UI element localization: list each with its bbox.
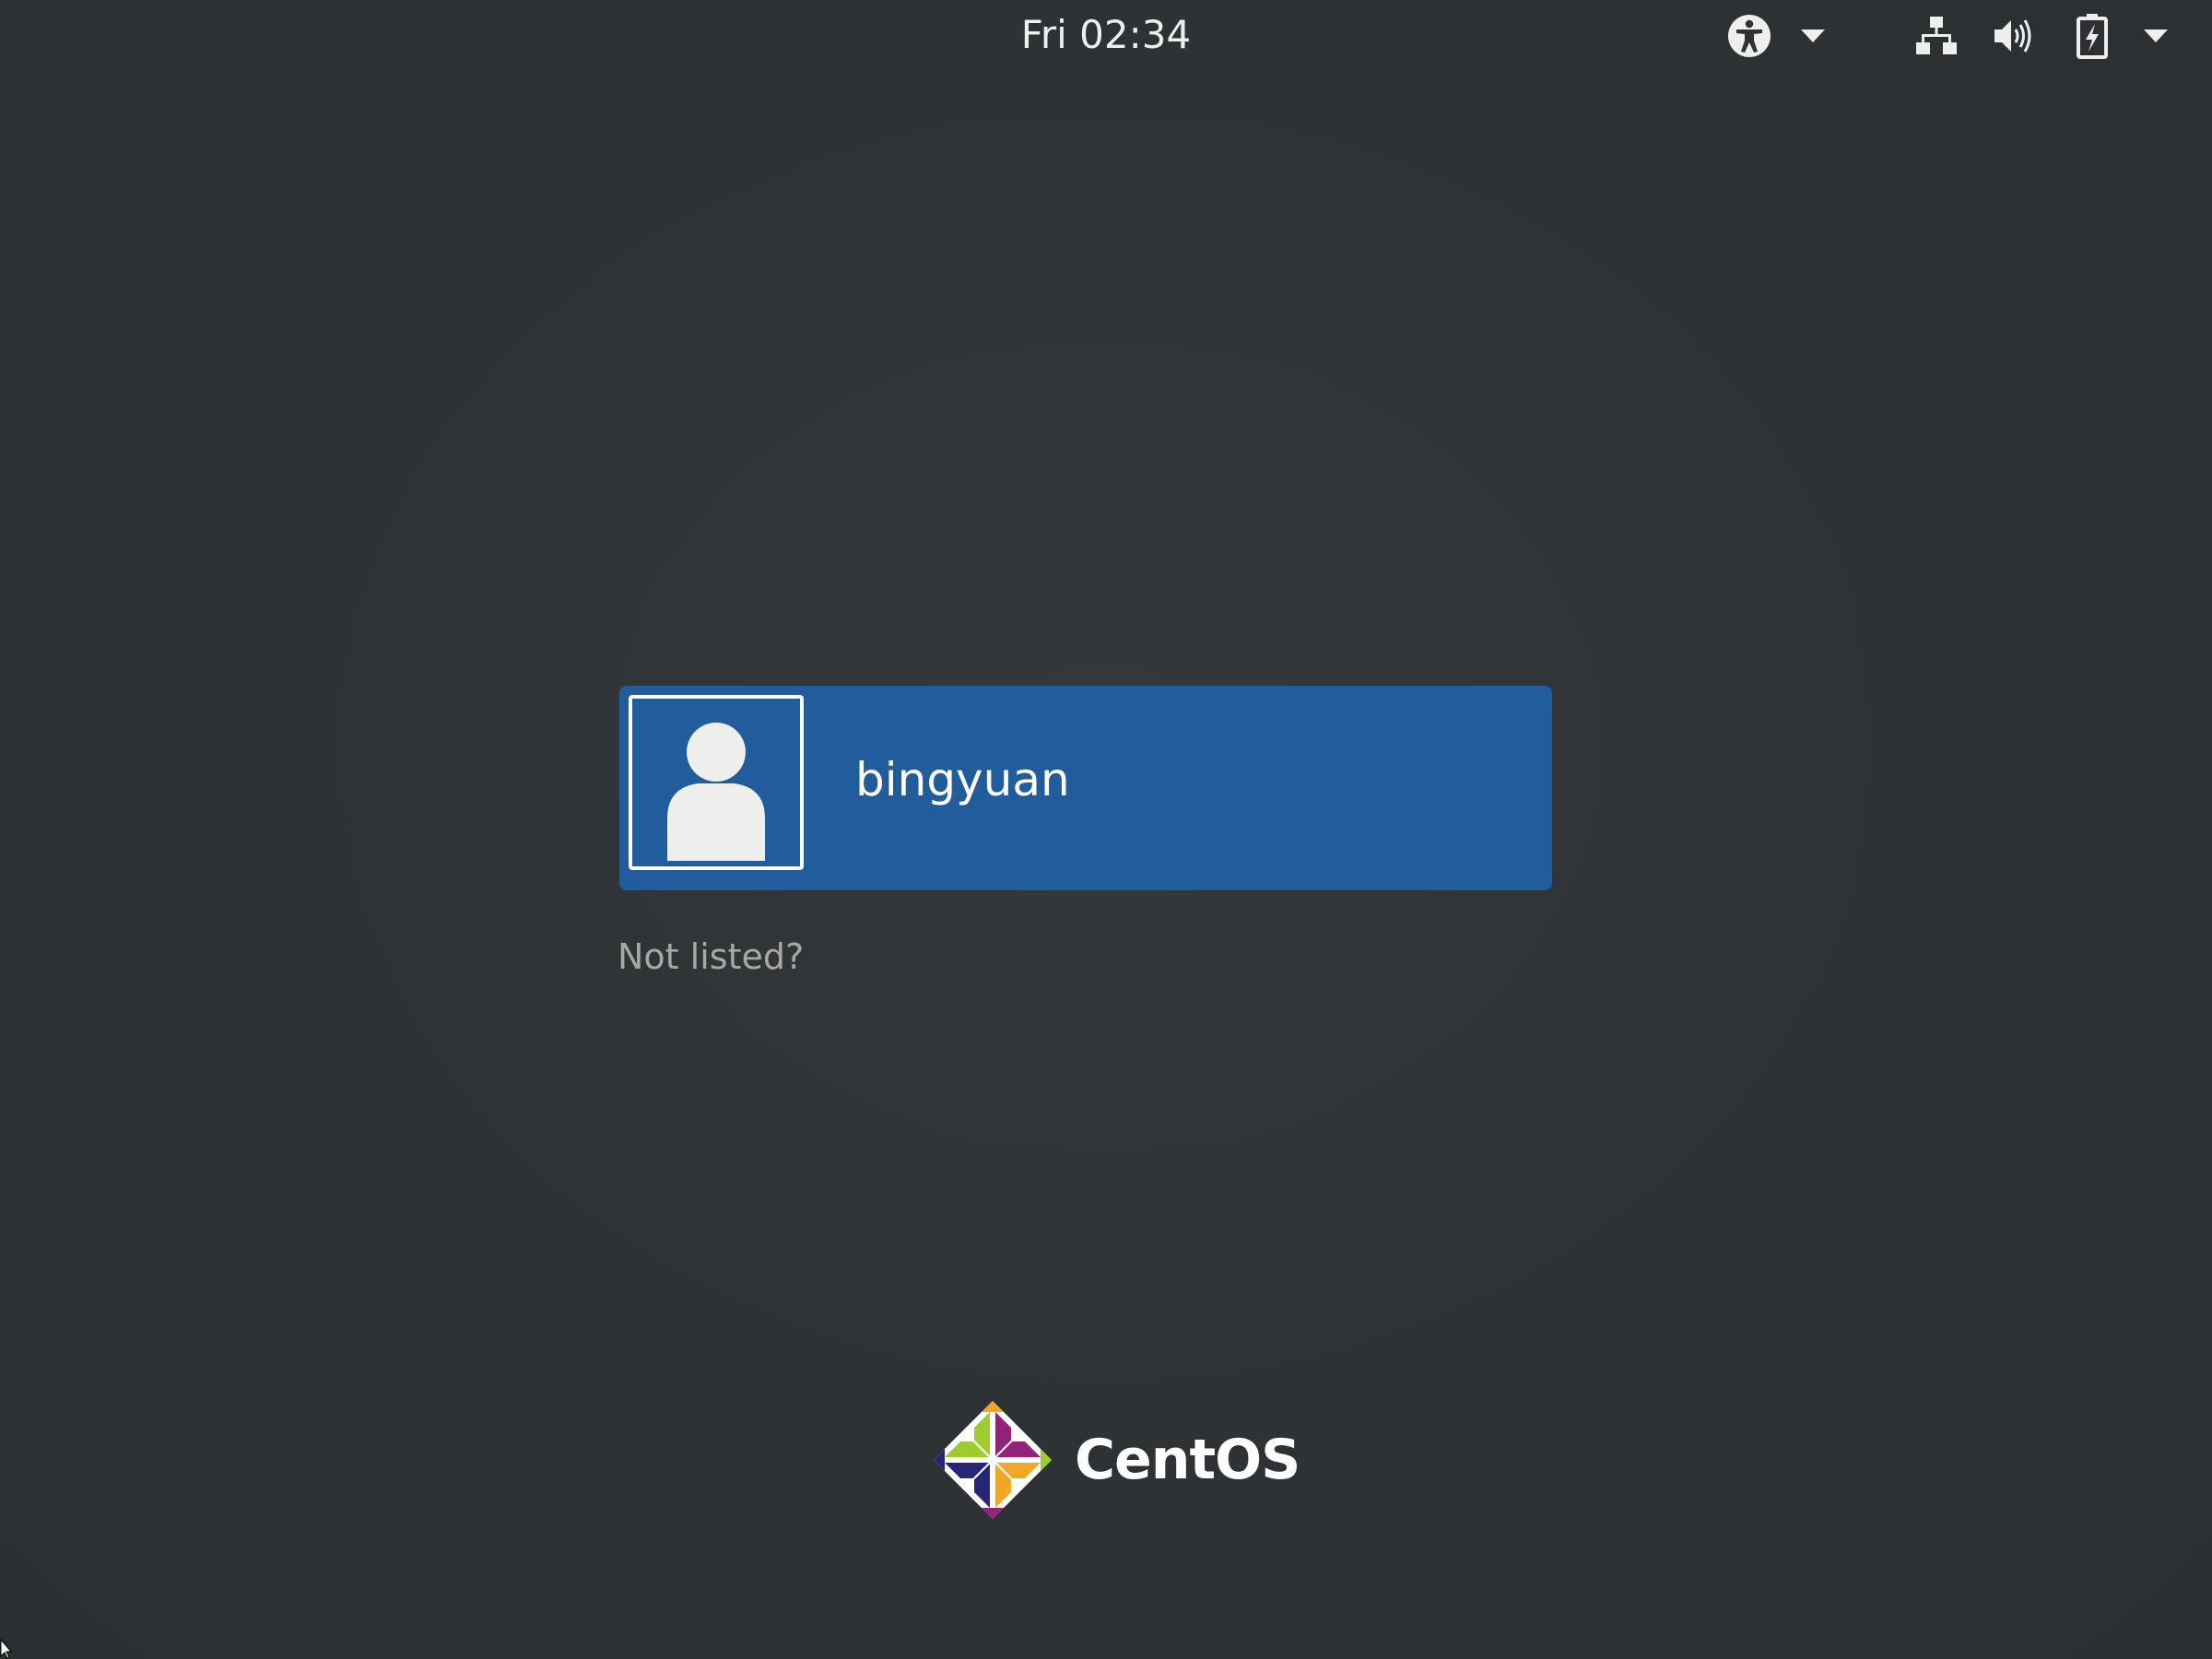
accessibility-menu-chevron-down-icon[interactable] [1797,13,1829,59]
top-panel: Fri 02:34 [0,0,2212,72]
volume-icon[interactable] [1989,13,2037,59]
mouse-cursor-icon [0,1639,13,1659]
centos-logo-icon [934,1401,1052,1519]
user-list-item[interactable]: bingyuan [619,686,1552,890]
clock[interactable]: Fri 02:34 [922,11,1290,59]
not-listed-link[interactable]: Not listed? [618,931,804,982]
user-name: bingyuan [855,753,1070,806]
battery-charging-icon[interactable] [2074,13,2111,59]
centos-logo-text: CentOS [1075,1428,1300,1492]
centos-logo: CentOS [931,1397,1300,1523]
network-wired-icon[interactable] [1912,13,1960,59]
user-avatar-icon [629,695,804,870]
system-menu-chevron-down-icon[interactable] [2140,13,2171,59]
user-list: bingyuan [619,686,1552,890]
login-screen: Fri 02:34 bingyuan Not listed? CentOS [0,0,2212,1659]
accessibility-icon[interactable] [1725,13,1773,59]
